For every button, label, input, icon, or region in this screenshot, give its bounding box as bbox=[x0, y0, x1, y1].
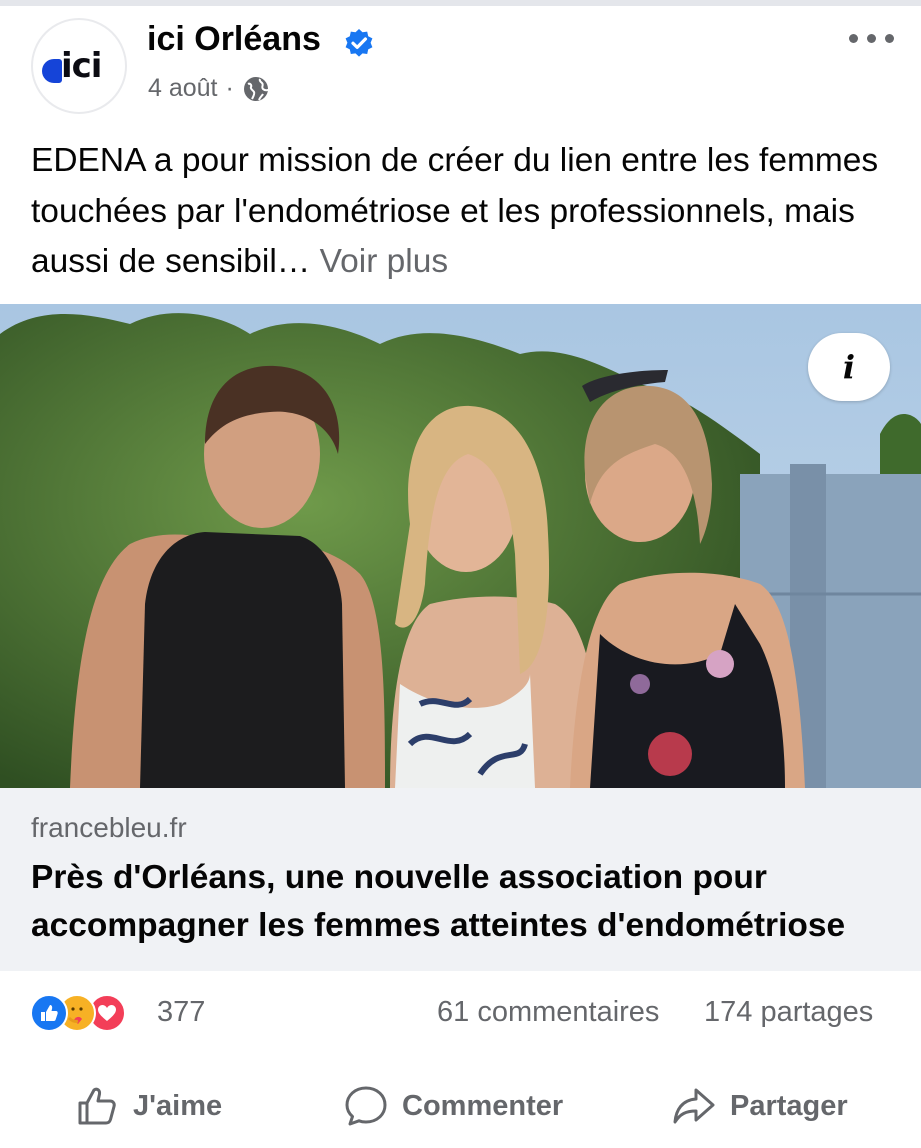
globe-icon bbox=[243, 76, 268, 101]
shares-count[interactable]: 174 partages bbox=[704, 996, 873, 1029]
post-message-text: EDENA a pour mission de créer du lien en… bbox=[31, 142, 879, 280]
link-domain: francebleu.fr bbox=[31, 812, 187, 843]
post-actions: J'aime Commenter Partager bbox=[0, 1068, 921, 1144]
thumbs-up-icon bbox=[78, 1087, 116, 1125]
page-avatar[interactable]: ici bbox=[31, 18, 127, 114]
post-photo[interactable]: i bbox=[0, 304, 921, 788]
reactions-count[interactable]: 377 bbox=[157, 996, 205, 1029]
comments-count[interactable]: 61 commentaires bbox=[437, 996, 659, 1029]
share-button[interactable]: Partager bbox=[672, 1078, 848, 1134]
more-options-icon[interactable] bbox=[849, 28, 897, 48]
post-meta: 4 août · bbox=[148, 74, 270, 103]
post-message: EDENA a pour mission de créer du lien en… bbox=[31, 136, 901, 288]
see-more-link[interactable]: Voir plus bbox=[320, 243, 449, 280]
like-button[interactable]: J'aime bbox=[75, 1078, 222, 1134]
post-date[interactable]: 4 août bbox=[148, 74, 218, 103]
reaction-icons[interactable] bbox=[30, 994, 150, 1034]
info-icon[interactable]: i bbox=[808, 333, 890, 401]
comment-button[interactable]: Commenter bbox=[344, 1078, 563, 1134]
share-arrow-icon bbox=[673, 1088, 715, 1124]
comment-bubble-icon bbox=[345, 1086, 387, 1126]
link-preview[interactable]: francebleu.fr Près d'Orléans, une nouvel… bbox=[0, 788, 921, 971]
ici-logo-mark bbox=[42, 59, 62, 83]
comment-label: Commenter bbox=[402, 1089, 564, 1122]
like-reaction-icon bbox=[30, 994, 68, 1032]
link-title: Près d'Orléans, une nouvelle association… bbox=[31, 859, 846, 944]
like-label: J'aime bbox=[133, 1089, 223, 1122]
photo-illustration bbox=[0, 304, 921, 788]
meta-separator: · bbox=[225, 74, 234, 102]
verified-badge-icon bbox=[345, 29, 373, 57]
page-name-link[interactable]: ici Orléans bbox=[147, 20, 321, 59]
share-label: Partager bbox=[730, 1089, 848, 1122]
ici-logo-text: ici bbox=[61, 46, 102, 86]
post-header: ici ici Orléans 4 août · bbox=[0, 6, 921, 120]
reactions-bar: 377 61 commentaires 174 partages bbox=[0, 980, 921, 1044]
